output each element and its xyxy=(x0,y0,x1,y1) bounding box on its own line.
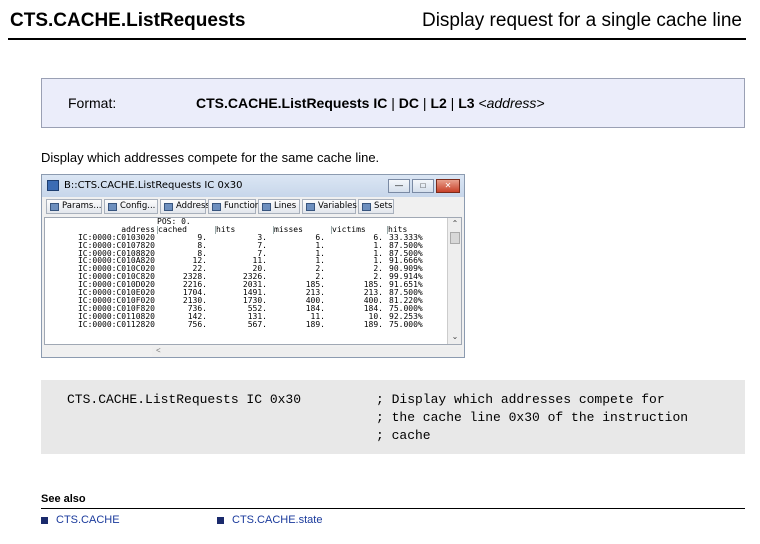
window-title: B::CTS.CACHE.ListRequests IC 0x30 xyxy=(64,180,243,191)
requests-list: POS: 0. address cached hits misses victi… xyxy=(44,217,462,345)
code-example: CTS.CACHE.ListRequests IC 0x30 ; Display… xyxy=(41,380,745,454)
scroll-up-icon[interactable]: ⌃ xyxy=(450,219,460,229)
pos-row: POS: 0. xyxy=(45,218,447,226)
header-divider xyxy=(8,38,746,40)
scroll-down-icon[interactable]: ⌄ xyxy=(450,332,460,342)
addresses-button[interactable]: Addresses xyxy=(160,199,220,214)
code-comment: ; Display which addresses compete for xyxy=(376,392,665,407)
format-option-l3: L3 xyxy=(458,95,475,111)
code-comment: ; cache xyxy=(376,428,431,443)
page-subtitle: Display request for a single cache line xyxy=(421,10,742,31)
window-toolbar: Params... Config... Addresses Functions … xyxy=(44,199,462,215)
format-syntax: CTS.CACHE.ListRequests IC | DC | L2 | L3… xyxy=(196,95,545,111)
format-command: CTS.CACHE.ListRequests IC xyxy=(196,95,388,111)
table-row[interactable]: IC:0000:C0112820 756. 567. 189. 189. 75.000% xyxy=(45,319,447,329)
config-icon xyxy=(108,203,117,211)
variables-icon xyxy=(306,203,315,211)
see-also-link-cts-cache[interactable]: CTS.CACHE xyxy=(56,514,120,526)
cell-victims: 189. xyxy=(363,319,383,329)
scroll-thumb[interactable] xyxy=(450,232,460,244)
description-text: Display which addresses compete for the … xyxy=(41,150,380,165)
code-command: CTS.CACHE.ListRequests IC 0x30 xyxy=(67,392,302,407)
format-option-dc: DC xyxy=(398,95,420,111)
config-button[interactable]: Config... xyxy=(104,199,158,214)
cell-hits: 567. xyxy=(247,319,267,329)
format-box: Format: CTS.CACHE.ListRequests IC | DC |… xyxy=(41,78,745,128)
cell-cached: 756. xyxy=(187,319,207,329)
format-argument: <address> xyxy=(474,95,545,111)
page-title: CTS.CACHE.ListRequests xyxy=(10,10,246,31)
config-label: Config... xyxy=(120,201,156,211)
cell-hit-rate: 75.000% xyxy=(389,319,423,329)
close-icon[interactable]: ✕ xyxy=(436,179,460,193)
lines-icon xyxy=(262,203,271,211)
sets-button[interactable]: Sets xyxy=(358,199,394,214)
bullet-icon xyxy=(41,517,48,524)
params-button[interactable]: Params... xyxy=(46,199,102,214)
format-sep: | xyxy=(446,95,459,111)
see-also-divider xyxy=(41,508,745,509)
format-sep: | xyxy=(387,95,399,111)
params-label: Params... xyxy=(62,201,102,211)
variables-label: Variables xyxy=(318,201,357,211)
addresses-icon xyxy=(164,203,173,211)
requests-table: POS: 0. address cached hits misses victi… xyxy=(45,218,447,328)
params-icon xyxy=(50,203,59,211)
format-label: Format: xyxy=(68,95,117,111)
window-titlebar[interactable]: B::CTS.CACHE.ListRequests IC 0x30 — □ ✕ xyxy=(42,175,464,197)
format-sep: | xyxy=(419,95,431,111)
scroll-left-icon[interactable]: < xyxy=(156,346,161,355)
code-comment: ; the cache line 0x30 of the instruction xyxy=(376,410,689,425)
lines-button[interactable]: Lines xyxy=(258,199,300,214)
see-also-title: See also xyxy=(41,493,86,505)
minimize-icon[interactable]: — xyxy=(388,179,410,193)
window-app-icon xyxy=(47,180,59,191)
horizontal-scrollbar[interactable]: < xyxy=(152,346,462,357)
cell-misses: 189. xyxy=(305,319,325,329)
page-header: CTS.CACHE.ListRequests Display request f… xyxy=(10,6,750,38)
see-also-link-cts-cache-state[interactable]: CTS.CACHE.state xyxy=(232,514,322,526)
sets-icon xyxy=(362,203,371,211)
trace32-window: B::CTS.CACHE.ListRequests IC 0x30 — □ ✕ … xyxy=(41,174,465,358)
vertical-scrollbar[interactable]: ⌃ ⌄ xyxy=(447,218,461,344)
bullet-icon xyxy=(217,517,224,524)
cell-address: IC:0000:C0112820 xyxy=(77,319,155,329)
functions-icon xyxy=(212,203,221,211)
variables-button[interactable]: Variables xyxy=(302,199,357,214)
format-option-l2: L2 xyxy=(430,95,447,111)
sets-label: Sets xyxy=(374,201,393,211)
maximize-icon[interactable]: □ xyxy=(412,179,434,193)
functions-button[interactable]: Functions xyxy=(208,199,265,214)
lines-label: Lines xyxy=(274,201,297,211)
